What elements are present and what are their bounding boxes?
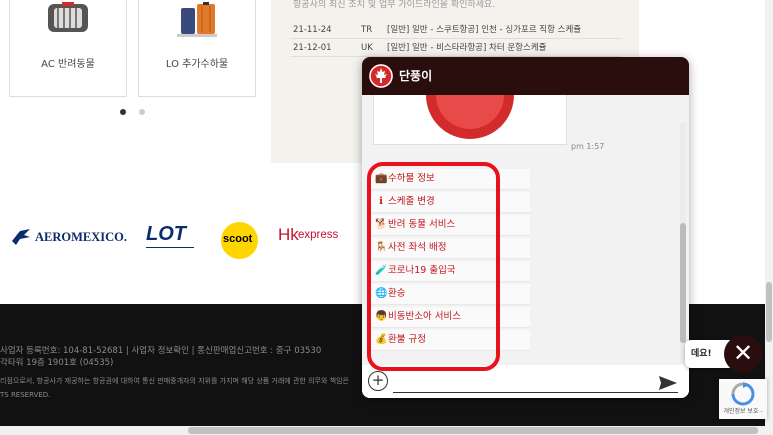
plus-button[interactable]: +: [368, 371, 388, 391]
message-input[interactable]: [393, 392, 678, 393]
recaptcha-text: 개인정보 보호 -: [723, 408, 763, 415]
notice-title[interactable]: [일반] 일반 - 비스타라항공] 차터 운항스케쥴: [387, 40, 546, 56]
service-card-label: AC 반려동물: [41, 59, 95, 70]
notice-date: 21-12-01: [293, 43, 332, 53]
hk-mark: Hk: [278, 225, 299, 244]
footer-line: 리점으로서, 항공사가 제공하는 항공권에 대하여 통신 판매중개자의 지위를 …: [0, 377, 349, 385]
notice-title[interactable]: [일반] 일반 - 스쿠트항공] 인천 - 싱가포르 직항 스케쥴: [387, 22, 581, 38]
lot-underline: [146, 247, 194, 248]
chat-title: 단풍이: [399, 69, 433, 83]
notice-date: 21-11-24: [293, 25, 332, 35]
notice-row[interactable]: 21-12-01 UK [일반] 일반 - 비스타라항공] 차터 운항스케쥴: [291, 40, 621, 57]
service-card-pet[interactable]: AC 반려동물: [9, 0, 127, 97]
scrollbar-thumb[interactable]: [680, 223, 686, 343]
service-card-baggage[interactable]: LO 추가수하물: [138, 0, 256, 97]
highlight-box: [367, 162, 500, 371]
notice-row[interactable]: 21-11-24 TR [일반] 일반 - 스쿠트항공] 인천 - 싱가포르 직…: [291, 22, 621, 39]
service-card-label: LO 추가수하물: [165, 59, 229, 70]
carousel-dot[interactable]: [139, 109, 145, 115]
scoot-text: scoot: [223, 233, 253, 245]
carousel-dot-active[interactable]: [120, 109, 126, 115]
scrollbar-thumb[interactable]: [766, 282, 772, 342]
recaptcha-badge[interactable]: 개인정보 보호 -: [719, 379, 767, 419]
aeromexico-text: AEROMEXICO.: [35, 230, 128, 244]
page-horizontal-scrollbar[interactable]: [0, 426, 773, 435]
footer-line: 각타워 19층 1901호 (04535): [0, 358, 114, 368]
recaptcha-icon: [731, 382, 755, 406]
pet-carrier-icon: [48, 2, 88, 32]
suitcase-icon: [177, 2, 217, 37]
aeromexico-eagle-icon: [12, 229, 30, 245]
hk-express-text: express: [298, 229, 339, 241]
maple-leaf-icon: [369, 64, 393, 88]
send-icon[interactable]: [659, 376, 677, 390]
page-vertical-scrollbar[interactable]: [765, 0, 773, 426]
image-card: [373, 95, 567, 145]
notice-code: TR: [361, 25, 373, 35]
notice-intro: 항공사의 최신 조치 및 업무 가이드라인을 확인하세요.: [293, 0, 496, 10]
close-chat-button[interactable]: ✕: [724, 335, 762, 373]
message-time: pm 1:57: [571, 142, 605, 151]
pie-image-icon: [426, 95, 514, 139]
footer-line: TS RESERVED.: [0, 391, 51, 399]
lot-text: LOT: [146, 223, 186, 245]
chat-scrollbar[interactable]: [680, 123, 686, 363]
notice-code: UK: [361, 43, 373, 53]
scrollbar-thumb[interactable]: [188, 427, 758, 434]
footer-line: 사업자 등록번호: 104-81-52681 | 사업자 정보확인 | 통신판매…: [0, 346, 322, 356]
chat-header: 단풍이: [362, 57, 689, 95]
